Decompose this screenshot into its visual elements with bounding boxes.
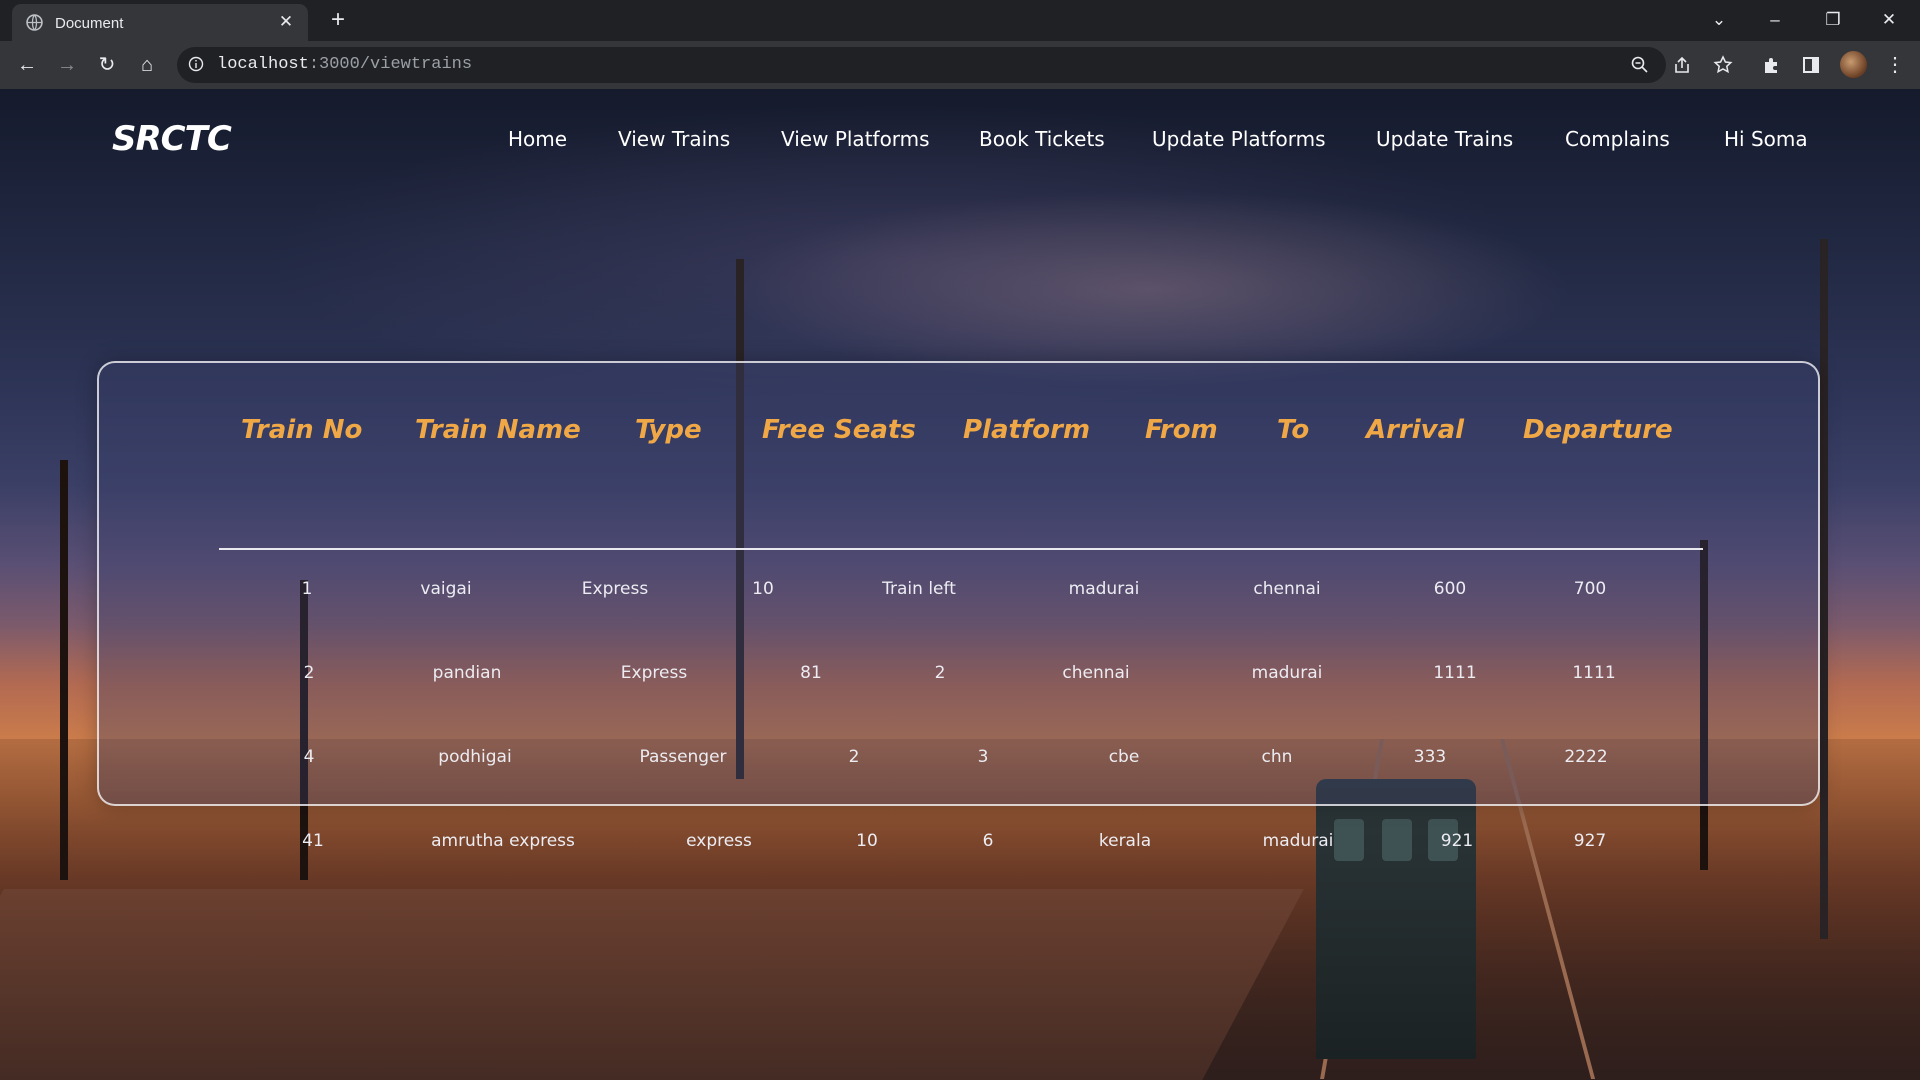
plus-icon[interactable]: + — [326, 8, 350, 32]
scenery-platform — [0, 889, 1304, 1080]
cell-train-no: 4 — [303, 747, 315, 767]
minimize-icon[interactable]: – — [1758, 6, 1792, 34]
globe-icon — [26, 14, 43, 31]
header-departure: Departure — [1523, 415, 1673, 445]
tab-title: Document — [55, 15, 124, 32]
nav-update-platforms[interactable]: Update Platforms — [1152, 127, 1326, 151]
cell-train-no: 2 — [303, 663, 315, 683]
scenery-train — [1316, 779, 1476, 1059]
header-arrival: Arrival — [1366, 415, 1465, 445]
reload-icon[interactable]: ↻ — [94, 52, 120, 78]
header-type: Type — [635, 415, 702, 445]
header-train-name: Train Name — [415, 415, 581, 445]
header-divider — [219, 548, 1703, 550]
puzzle-icon[interactable] — [1762, 55, 1782, 75]
scenery-pole — [1820, 239, 1828, 939]
cell-train-name: amrutha express — [431, 831, 575, 851]
nav-complains[interactable]: Complains — [1565, 127, 1670, 151]
cell-platform: Train left — [882, 579, 956, 599]
cell-from: madurai — [1068, 579, 1140, 599]
header-platform: Platform — [963, 415, 1091, 445]
cell-platform: 6 — [982, 831, 994, 851]
cell-train-no: 41 — [302, 831, 324, 851]
cell-to: chennai — [1253, 579, 1321, 599]
cell-platform: 2 — [934, 663, 946, 683]
nav-home[interactable]: Home — [508, 127, 567, 151]
cell-departure: 700 — [1573, 579, 1607, 599]
cell-train-name: podhigai — [438, 747, 512, 767]
sidepanel-icon[interactable] — [1801, 55, 1821, 75]
cell-platform: 3 — [977, 747, 989, 767]
cell-arrival: 600 — [1433, 579, 1467, 599]
cell-to: madurai — [1251, 663, 1323, 683]
site-navbar: SRCTC Home View Trains View Platforms Bo… — [0, 89, 1920, 194]
nav-view-platforms[interactable]: View Platforms — [781, 127, 930, 151]
browser-tab[interactable]: Document ✕ — [12, 4, 308, 41]
cell-departure: 2222 — [1564, 747, 1608, 767]
cell-free-seats: 81 — [800, 663, 822, 683]
zoom-icon[interactable] — [1630, 55, 1650, 75]
share-icon[interactable] — [1672, 55, 1692, 75]
address-bar[interactable]: localhost:3000/viewtrains — [177, 47, 1666, 83]
close-window-icon[interactable]: ✕ — [1872, 6, 1906, 34]
cell-from: cbe — [1108, 747, 1140, 767]
menu-icon[interactable]: ⋮ — [1882, 52, 1908, 78]
cell-free-seats: 2 — [848, 747, 860, 767]
cell-arrival: 1111 — [1433, 663, 1477, 683]
cell-type: Express — [620, 663, 688, 683]
header-free-seats: Free Seats — [762, 415, 916, 445]
nav-book-tickets[interactable]: Book Tickets — [979, 127, 1105, 151]
tab-search-icon[interactable]: ⌄ — [1702, 6, 1736, 34]
cell-to: madurai — [1262, 831, 1334, 851]
back-icon[interactable]: ← — [14, 52, 40, 78]
nav-user-greeting[interactable]: Hi Soma — [1724, 127, 1808, 151]
info-icon[interactable] — [188, 56, 204, 72]
trains-table-card: Train No Train Name Type Free Seats Plat… — [97, 361, 1820, 851]
restore-icon[interactable]: ❐ — [1816, 6, 1850, 34]
forward-icon[interactable]: → — [54, 52, 80, 78]
tab-strip: Document ✕ + ⌄ – ❐ ✕ — [0, 0, 1920, 41]
site-logo[interactable]: SRCTC — [112, 119, 232, 159]
scenery-tree — [60, 460, 68, 880]
page-background: SRCTC Home View Trains View Platforms Bo… — [0, 89, 1920, 1080]
cell-to: chn — [1261, 747, 1293, 767]
cell-arrival: 921 — [1440, 831, 1474, 851]
home-icon[interactable]: ⌂ — [134, 52, 160, 78]
cell-from: kerala — [1098, 831, 1152, 851]
cell-type: express — [686, 831, 752, 851]
star-icon[interactable] — [1713, 55, 1733, 75]
cell-departure: 1111 — [1572, 663, 1616, 683]
browser-toolbar: ← → ↻ ⌂ localhost:3000/viewtrains ⋮ — [0, 41, 1920, 90]
nav-update-trains[interactable]: Update Trains — [1376, 127, 1513, 151]
url-text: localhost:3000/viewtrains — [217, 55, 473, 74]
profile-avatar[interactable] — [1840, 51, 1867, 78]
cell-from: chennai — [1062, 663, 1130, 683]
close-icon[interactable]: ✕ — [276, 12, 296, 32]
cell-type: Passenger — [639, 747, 727, 767]
nav-view-trains[interactable]: View Trains — [618, 127, 730, 151]
header-train-no: Train No — [241, 415, 363, 445]
header-from: From — [1145, 415, 1218, 445]
cell-type: Express — [581, 579, 649, 599]
cell-train-name: pandian — [432, 663, 502, 683]
cell-arrival: 333 — [1413, 747, 1447, 767]
cell-free-seats: 10 — [752, 579, 774, 599]
header-to: To — [1277, 415, 1310, 445]
cell-free-seats: 10 — [856, 831, 878, 851]
cell-train-name: vaigai — [420, 579, 472, 599]
cell-departure: 927 — [1573, 831, 1607, 851]
cell-train-no: 1 — [301, 579, 313, 599]
